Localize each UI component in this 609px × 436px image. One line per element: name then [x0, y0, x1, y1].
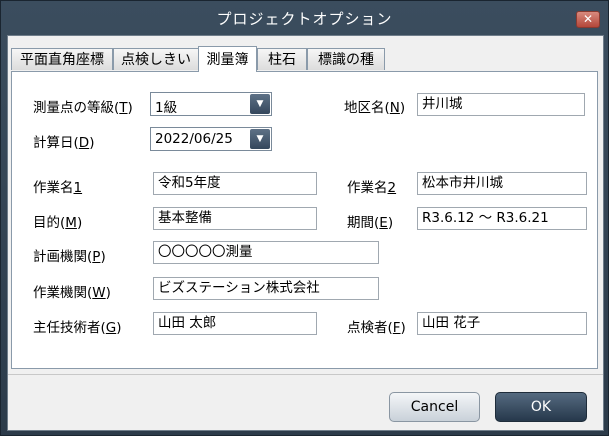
cancel-button[interactable]: Cancel [389, 392, 480, 422]
ok-button[interactable]: OK [495, 392, 587, 422]
district-input[interactable]: 井川城 [417, 93, 585, 116]
purpose-label: 目的(M) [33, 215, 83, 231]
period-input[interactable]: R3.6.12 ～ R3.6.21 [417, 207, 587, 230]
tab-strip: 平面直角座標 点検しきい値 測量簿 柱石長 標識の種別 [11, 46, 601, 90]
working-org-label: 作業機関(W) [33, 285, 111, 301]
tab-pillar-length[interactable]: 柱石長 [257, 48, 307, 90]
dialog-window: プロジェクトオプション ✕ 平面直角座標 点検しきい値 測量簿 柱石長 標識の種… [0, 0, 609, 436]
tab-panel-survey-book: 測量点の等級(T) 1級 ▼ 地区名(N) 井川城 計算日(D) 2022/06… [11, 71, 598, 369]
tab-check-threshold[interactable]: 点検しきい値 [113, 48, 199, 90]
work-name2-label: 作業名2 [347, 180, 397, 196]
planning-org-input[interactable]: 〇〇〇〇〇測量 [153, 241, 379, 264]
dialog-title: プロジェクトオプション [216, 10, 393, 28]
close-icon: ✕ [582, 12, 594, 26]
purpose-input[interactable]: 基本整備 [153, 207, 317, 230]
title-bar[interactable]: プロジェクトオプション ✕ [1, 1, 608, 35]
close-button[interactable]: ✕ [576, 11, 600, 28]
inspector-label: 点検者(F) [347, 320, 406, 336]
chief-label: 主任技術者(G) [33, 320, 122, 336]
chevron-down-icon[interactable]: ▼ [250, 94, 270, 114]
period-label: 期間(E) [347, 215, 394, 231]
chief-input[interactable]: 山田 太郎 [153, 312, 317, 335]
work-name1-label: 作業名1 [33, 180, 83, 196]
planning-org-label: 計画機関(P) [33, 249, 106, 265]
tab-survey-book[interactable]: 測量簿 [198, 46, 257, 72]
inspector-input[interactable]: 山田 花子 [417, 312, 587, 335]
grade-label: 測量点の等級(T) [33, 100, 133, 116]
footer-divider [8, 374, 603, 375]
working-org-input[interactable]: ビズステーション株式会社 [153, 277, 379, 300]
tab-plane-coordinates[interactable]: 平面直角座標 [11, 48, 113, 70]
work-name1-input[interactable]: 令和5年度 [153, 172, 317, 195]
work-name2-input[interactable]: 松本市井川城 [417, 172, 587, 195]
district-label: 地区名(N) [344, 100, 406, 116]
tab-marker-type[interactable]: 標識の種別 [307, 48, 385, 90]
grade-select[interactable]: 1級 ▼ [150, 92, 272, 116]
chevron-down-icon[interactable]: ▼ [250, 129, 270, 149]
calc-date-picker[interactable]: 2022/06/25 ▼ [150, 127, 272, 151]
dialog-client: 平面直角座標 点検しきい値 測量簿 柱石長 標識の種別 測量点の等級(T) 1級… [7, 35, 604, 431]
calc-date-label: 計算日(D) [33, 135, 95, 151]
